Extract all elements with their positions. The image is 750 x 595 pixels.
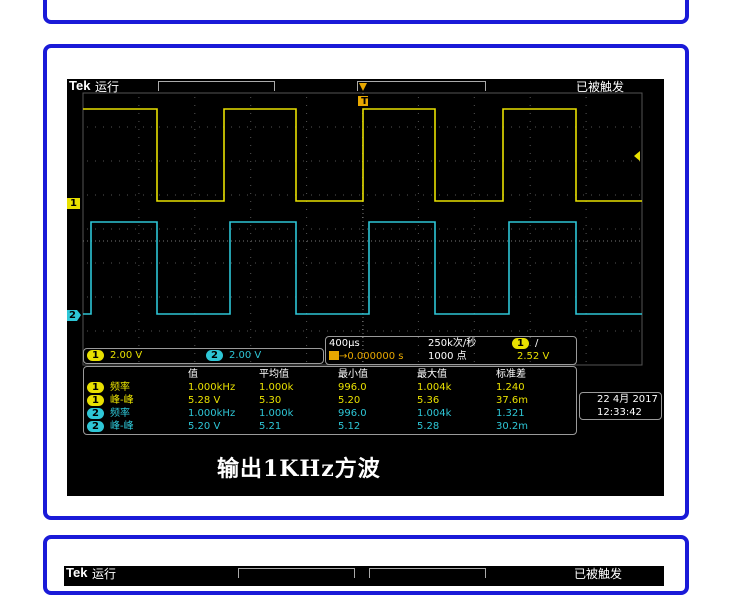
- header-stddev: 标准差: [496, 369, 526, 380]
- trigger-level: 2.52 V: [517, 351, 550, 362]
- trigger-source: 1/: [512, 338, 538, 350]
- trigger-marker-label: T: [361, 96, 368, 107]
- ch2-scale-readout: 2 2.00 V: [206, 350, 261, 362]
- time: 12:33:42: [597, 407, 642, 418]
- ch2-badge: 2: [206, 350, 223, 361]
- ch2-badge: 2: [87, 421, 104, 432]
- measurement-cell: 1.000kHz: [188, 408, 236, 419]
- header-max: 最大值: [417, 369, 447, 380]
- trigger-state-2: 已被触发: [573, 567, 622, 581]
- measurement-cell: 5.28 V: [188, 395, 221, 406]
- date: 22 4月 2017: [597, 394, 658, 405]
- table-row: 2 频率 1.000kHz 1.000k 996.0 1.004k 1.321: [87, 407, 556, 420]
- header-mean: 平均值: [259, 369, 289, 380]
- scope-status-bar-2: Tek 运行 已被触发: [64, 566, 664, 581]
- measurement-cell: 5.20 V: [188, 421, 221, 432]
- table-row: 1 频率 1.000kHz 1.000k 996.0 1.004k 1.240: [87, 381, 556, 394]
- ch1-scale: 2.00 V: [109, 350, 143, 361]
- header-value: 值: [188, 369, 198, 380]
- ch2-badge: 2: [87, 408, 104, 419]
- measurement-cell: 1.240: [496, 382, 525, 393]
- header-min: 最小值: [338, 369, 368, 380]
- measurement-name: 峰-峰: [109, 395, 134, 406]
- table-row: 1 峰-峰 5.28 V 5.30 5.20 5.36 37.6m: [87, 394, 556, 407]
- oscilloscope-screen-2: Tek 运行 已被触发: [64, 566, 664, 586]
- trigger-position: 0.000000 s: [347, 351, 404, 362]
- top-card: [43, 0, 689, 24]
- ch1-badge: 1: [87, 350, 104, 361]
- measurement-cell: 996.0: [338, 408, 367, 419]
- trigger-position-readout: →0.000000 s: [329, 351, 404, 363]
- measurement-cell: 5.21: [259, 421, 282, 432]
- brand-logo-2: Tek: [66, 566, 88, 580]
- run-state-2: 运行: [92, 567, 117, 581]
- measurement-cell: 37.6m: [496, 395, 529, 406]
- measurement-header-row: 值 平均值 最小值 最大值 标准差: [87, 368, 556, 381]
- bottom-card: [43, 535, 689, 595]
- measurement-cell: 5.36: [417, 395, 440, 406]
- measurement-cell: 1.004k: [417, 408, 452, 419]
- measurement-cell: 1.000k: [259, 382, 294, 393]
- measurement-cell: 1.000k: [259, 408, 294, 419]
- ch1-marker-label: 1: [70, 198, 77, 209]
- ch1-badge: 1: [87, 395, 104, 406]
- timebase: 400μs: [329, 338, 360, 349]
- measurement-name: 频率: [109, 382, 130, 393]
- measurement-cell: 1.004k: [417, 382, 452, 393]
- figure-caption: 输出1KHz方波: [217, 456, 381, 482]
- measurement-cell: 5.30: [259, 395, 282, 406]
- caption-bar: 输出1KHz方波: [67, 436, 664, 496]
- sample-rate: 250k次/秒: [428, 338, 477, 349]
- ch2-scale: 2.00 V: [228, 350, 262, 361]
- ch1-scale-readout: 1 2.00 V: [87, 350, 142, 362]
- measurement-table: 值 平均值 最小值 最大值 标准差 1 频率 1.000kHz 1.000k 99…: [87, 368, 556, 433]
- measurement-cell: 996.0: [338, 382, 367, 393]
- record-length: 1000 点: [428, 351, 467, 362]
- measurement-cell: 5.28: [417, 421, 440, 432]
- measurement-name: 峰-峰: [109, 421, 134, 432]
- ch2-waveform: [83, 221, 642, 315]
- trigger-slope-icon: /: [534, 338, 539, 349]
- table-row: 2 峰-峰 5.20 V 5.21 5.12 5.28 30.2m: [87, 420, 556, 433]
- trigger-position-arrow-icon: [359, 83, 367, 91]
- measurement-cell: 5.12: [338, 421, 361, 432]
- ch1-badge: 1: [87, 382, 104, 393]
- measurement-name: 频率: [109, 408, 130, 419]
- trigger-channel-badge: 1: [512, 338, 529, 349]
- measurement-cell: 1.000kHz: [188, 382, 236, 393]
- oscilloscope-screen: Tek 运行 已被触发 T 1 2 1 2.00 V 2 2.00 V 400μs …: [67, 79, 664, 436]
- ch2-marker-label: 2: [69, 310, 76, 321]
- measurement-cell: 1.321: [496, 408, 525, 419]
- trigger-small-icon: [329, 351, 339, 360]
- ch1-waveform: [83, 108, 642, 202]
- measurement-cell: 30.2m: [496, 421, 529, 432]
- trigger-level-arrow-icon: [634, 151, 640, 161]
- measurement-cell: 5.20: [338, 395, 361, 406]
